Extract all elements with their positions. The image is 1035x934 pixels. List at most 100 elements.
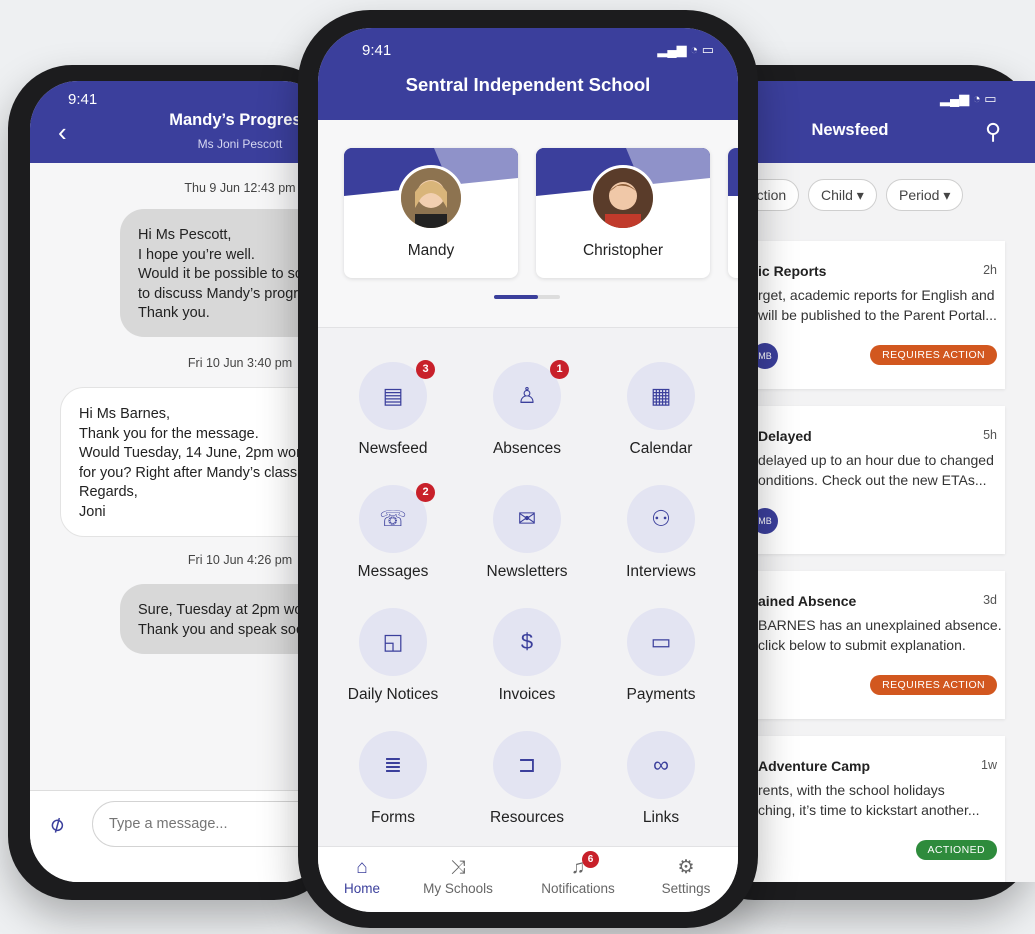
chat-header: 9:41 ‹ Mandy’s Progress Ms Joni Pescott bbox=[30, 81, 330, 163]
invoice-icon: $ bbox=[493, 608, 561, 676]
card-body-line: click below to submit explanation. bbox=[758, 637, 966, 653]
carousel-indicator bbox=[494, 295, 560, 299]
tile-label: Newsfeed bbox=[358, 440, 428, 457]
avatar bbox=[590, 165, 656, 231]
message-line: to discuss Mandy’s progres bbox=[138, 285, 314, 302]
tile-absences[interactable]: ♙ 1 Absences bbox=[460, 360, 594, 482]
card-body: delayed up to an hour due to changed ond… bbox=[758, 450, 994, 490]
people-icon: ⚇ bbox=[627, 485, 695, 553]
card-age: 5h bbox=[983, 428, 997, 442]
tab-settings[interactable]: ⚙ Settings bbox=[638, 855, 734, 896]
message-input-bar: ⌀ bbox=[30, 790, 330, 882]
back-icon[interactable]: ‹ bbox=[58, 119, 67, 145]
tab-notifications[interactable]: ♫ 6 Notifications bbox=[530, 851, 626, 896]
home-header: 9:41 ▂▄▆ ◔ ▭ Sentral Independent School bbox=[318, 28, 738, 120]
filter-chip-child[interactable]: Child ▾ bbox=[808, 179, 877, 211]
tile-label: Forms bbox=[371, 809, 415, 826]
tile-links[interactable]: ∞ Links bbox=[594, 731, 728, 851]
message-line: Joni bbox=[79, 503, 106, 520]
school-title: Sentral Independent School bbox=[405, 74, 651, 95]
tab-label: Notifications bbox=[541, 881, 615, 896]
document-icon: ≣ bbox=[359, 731, 427, 799]
card-age: 1w bbox=[981, 758, 997, 772]
tab-home[interactable]: ⌂ Home bbox=[318, 855, 410, 896]
child-card-mandy[interactable]: Mandy bbox=[344, 148, 518, 278]
card-title: Delayed bbox=[758, 428, 812, 444]
tile-payments[interactable]: ▭ Payments bbox=[594, 608, 728, 728]
status-icons: ▂▄▆ ◔ ▭ bbox=[657, 42, 714, 57]
status-badge: REQUIRES ACTION bbox=[870, 345, 997, 365]
card-body: rents, with the school holidays ching, i… bbox=[758, 780, 980, 820]
tile-forms[interactable]: ≣ Forms bbox=[326, 731, 460, 851]
child-card-christopher[interactable]: Christopher bbox=[536, 148, 710, 278]
message-line: Regards, bbox=[79, 484, 138, 500]
message-line: Thank you. bbox=[138, 305, 210, 321]
tile-label: Resources bbox=[489, 809, 565, 826]
card-body-line: BARNES has an unexplained absence. bbox=[758, 617, 1002, 633]
child-card-partial[interactable] bbox=[728, 148, 738, 278]
filter-chip-period[interactable]: Period ▾ bbox=[886, 179, 964, 211]
tile-invoices[interactable]: $ Invoices bbox=[460, 608, 594, 728]
card-body-line: rget, academic reports for English and bbox=[758, 287, 995, 303]
shuffle-icon: ⤨ bbox=[450, 857, 466, 878]
tile-messages[interactable]: ☏ 2 Messages bbox=[326, 483, 460, 605]
card-body: rget, academic reports for English and w… bbox=[758, 285, 997, 325]
chat-screen: 9:41 ‹ Mandy’s Progress Ms Joni Pescott … bbox=[30, 81, 330, 882]
card-body-line: ching, it’s time to kickstart another... bbox=[758, 802, 980, 818]
message-input[interactable] bbox=[92, 801, 330, 847]
message-line: Sure, Tuesday at 2pm works bbox=[138, 602, 322, 618]
card-title: ained Absence bbox=[758, 593, 857, 609]
tile-label: Absences bbox=[492, 440, 562, 457]
card-body-line: will be published to the Parent Portal..… bbox=[758, 307, 997, 323]
sticky-note-icon: ◱ bbox=[359, 608, 427, 676]
status-badge: ACTIONED bbox=[915, 840, 997, 860]
card-body-line: onditions. Check out the new ETAs... bbox=[758, 472, 987, 488]
message-line: I hope you’re well. bbox=[138, 246, 255, 263]
search-icon[interactable]: ⚲ bbox=[985, 119, 1001, 145]
children-carousel: Mandy Christopher bbox=[318, 120, 738, 328]
notification-badge: 2 bbox=[416, 483, 435, 502]
notification-badge: 1 bbox=[550, 360, 569, 379]
credit-card-icon: ▭ bbox=[627, 608, 695, 676]
status-time: 9:41 bbox=[362, 42, 392, 59]
link-icon: ∞ bbox=[627, 731, 695, 799]
message-line: Thank you for the message. bbox=[79, 425, 259, 442]
tab-my-schools[interactable]: ⤨ My Schools bbox=[410, 855, 506, 896]
card-banner bbox=[728, 148, 738, 196]
gear-icon: ⚙ bbox=[677, 857, 695, 878]
status-icons: ▂▄▆ ◔ ▭ bbox=[940, 91, 997, 106]
tile-label: Messages bbox=[357, 563, 429, 580]
child-name: Christopher bbox=[582, 242, 664, 259]
tile-newsfeed[interactable]: ▤ 3 Newsfeed bbox=[326, 360, 460, 482]
tile-interviews[interactable]: ⚇ Interviews bbox=[594, 485, 728, 605]
center-phone: 9:41 ▂▄▆ ◔ ▭ Sentral Independent School … bbox=[298, 10, 758, 928]
incoming-message: Hi Ms Barnes, Thank you for the message.… bbox=[60, 387, 330, 537]
card-title: Adventure Camp bbox=[758, 758, 871, 774]
left-phone: 9:41 ‹ Mandy’s Progress Ms Joni Pescott … bbox=[8, 65, 338, 900]
message-line: Hi Ms Barnes, bbox=[79, 406, 171, 422]
tile-daily-notices[interactable]: ◱ Daily Notices bbox=[326, 608, 460, 728]
tile-newsletters[interactable]: ✉ Newsletters bbox=[460, 485, 594, 605]
bell-icon: ♫ bbox=[570, 857, 586, 878]
attachment-icon[interactable]: ⌀ bbox=[44, 809, 68, 838]
message-line: Hi Ms Pescott, bbox=[138, 227, 232, 243]
tile-label: Daily Notices bbox=[347, 686, 439, 703]
card-age: 2h bbox=[983, 263, 997, 277]
message-line: Thank you and speak soon. bbox=[138, 621, 317, 638]
tab-label: My Schools bbox=[423, 881, 493, 896]
status-time: 9:41 bbox=[68, 91, 98, 108]
message-line: Would it be possible to sch bbox=[138, 266, 311, 282]
message-line: Would Tuesday, 14 June, 2pm work bbox=[79, 445, 309, 461]
card-title: ic Reports bbox=[758, 263, 827, 279]
tile-label: Payments bbox=[626, 686, 696, 703]
card-age: 3d bbox=[983, 593, 997, 607]
tile-label: Interviews bbox=[626, 563, 696, 580]
notification-badge: 6 bbox=[582, 851, 599, 868]
tab-bar: ⌂ Home ⤨ My Schools ♫ 6 Notifications ⚙ … bbox=[318, 846, 738, 912]
status-badge: REQUIRES ACTION bbox=[870, 675, 997, 695]
folder-icon: ⊐ bbox=[493, 731, 561, 799]
child-name: Mandy bbox=[407, 242, 455, 259]
tile-resources[interactable]: ⊐ Resources bbox=[460, 731, 594, 851]
tile-calendar[interactable]: ▦ Calendar bbox=[594, 362, 728, 482]
card-body-line: delayed up to an hour due to changed bbox=[758, 452, 994, 468]
